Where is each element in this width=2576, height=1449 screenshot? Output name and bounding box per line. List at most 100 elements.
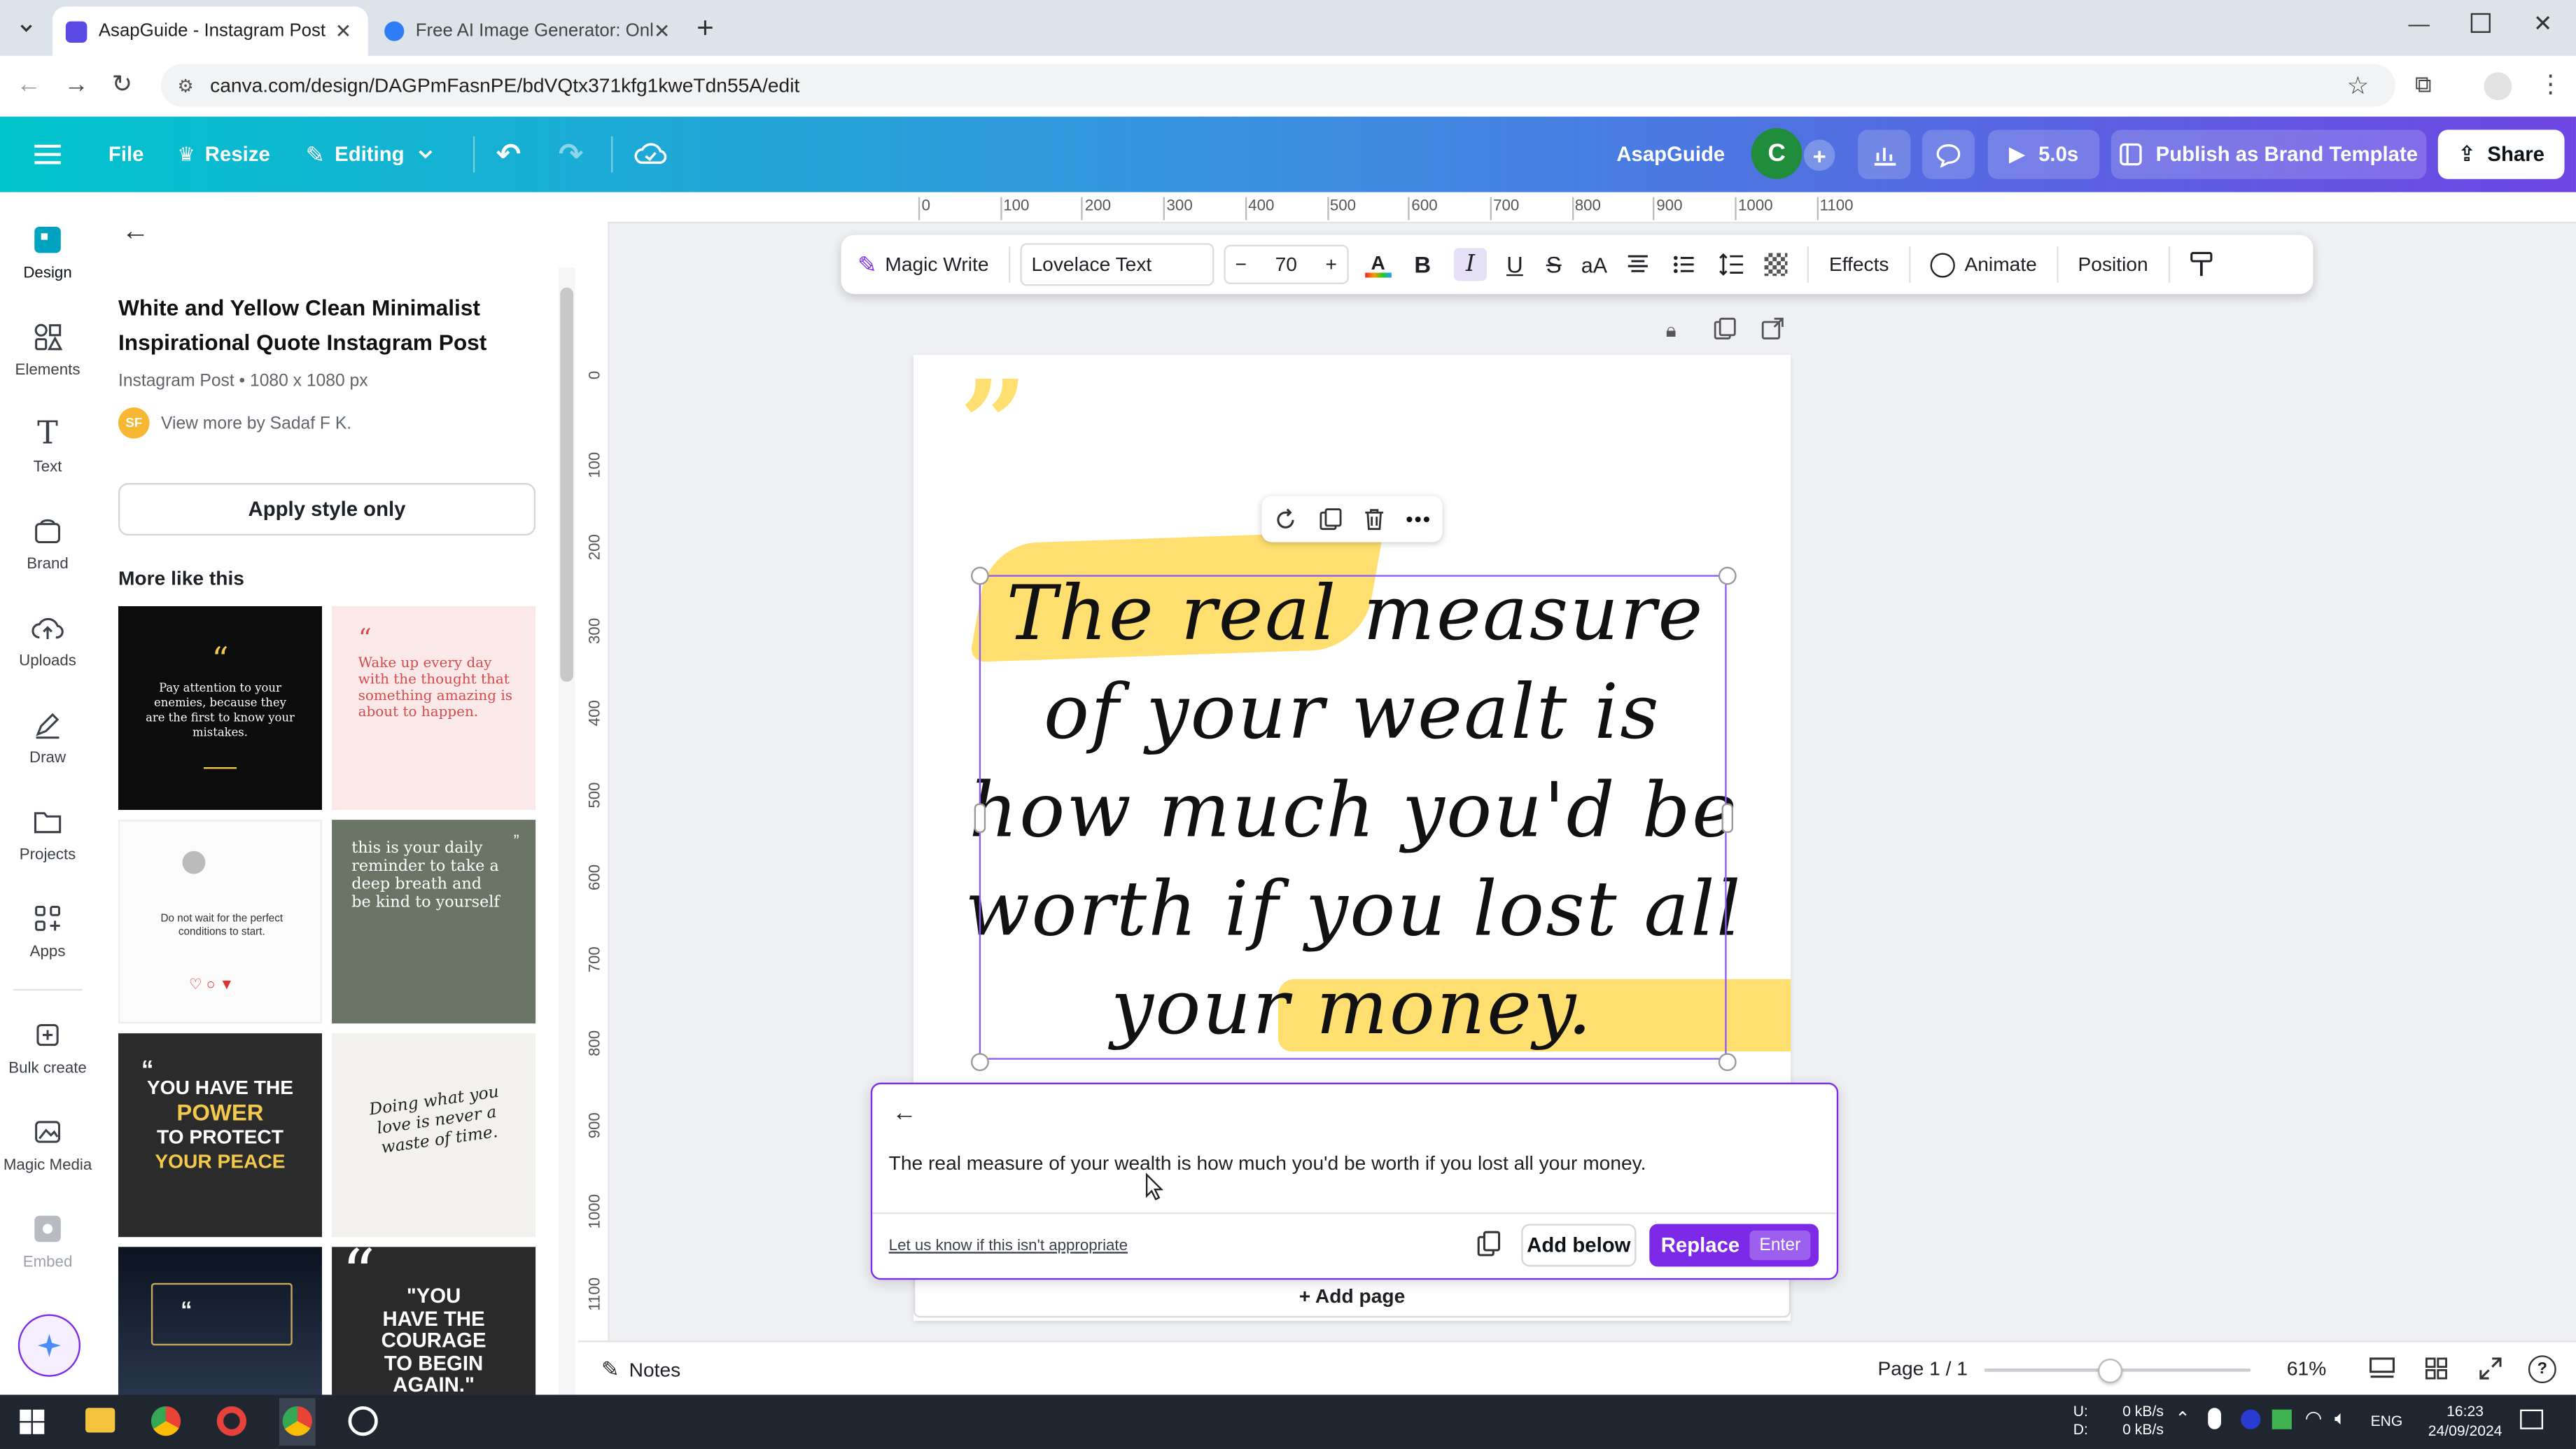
font-size-value[interactable]: 70	[1275, 253, 1297, 276]
close-tab-icon[interactable]: ✕	[335, 20, 352, 43]
add-below-button[interactable]: Add below	[1521, 1224, 1637, 1267]
help-icon[interactable]: ?	[2528, 1355, 2556, 1384]
comment-icon[interactable]	[1921, 130, 1975, 179]
pages-view-icon[interactable]	[2369, 1357, 2395, 1380]
tray-app-icon[interactable]	[2241, 1409, 2261, 1429]
site-info-icon[interactable]: ⚙	[177, 75, 193, 96]
magic-assistant-sparkle-icon[interactable]	[18, 1314, 80, 1377]
add-collaborator-plus-icon[interactable]: +	[1803, 139, 1835, 172]
main-menu-icon[interactable]	[33, 117, 62, 192]
extensions-icon[interactable]: ⧉	[2415, 71, 2431, 99]
redo-icon[interactable]: ↷	[559, 117, 583, 192]
rotate-comment-icon[interactable]	[1273, 507, 1297, 531]
notifications-icon[interactable]	[2520, 1409, 2544, 1429]
position-button[interactable]: Position	[2078, 253, 2148, 276]
resize-handle[interactable]	[974, 803, 986, 833]
browser-menu-icon[interactable]: ⋮	[2538, 69, 2563, 99]
browser-tab[interactable]: Free AI Image Generator: Onlin ✕	[371, 6, 687, 55]
suggestion-back-arrow-icon[interactable]: ←	[892, 1099, 916, 1127]
tab-list-chevron-icon[interactable]	[10, 13, 43, 43]
forward-arrow-icon[interactable]: →	[64, 71, 89, 99]
replace-button[interactable]: Replace Enter	[1649, 1224, 1819, 1267]
chrome-icon[interactable]	[282, 1406, 312, 1436]
chrome-icon[interactable]	[150, 1406, 181, 1436]
windows-start-icon[interactable]	[20, 1409, 45, 1434]
panel-back-arrow-icon[interactable]: ←	[122, 215, 150, 248]
page-indicator[interactable]: Page 1 / 1	[1878, 1357, 1968, 1380]
rail-item-brand[interactable]: Brand	[0, 512, 95, 573]
project-name[interactable]: AsapGuide	[1616, 117, 1725, 192]
template-thumbnail[interactable]: “ "YOU HAVE THE COURAGE TO BEGIN AGAIN."	[332, 1247, 536, 1395]
volume-icon[interactable]: 🔈︎	[2334, 1406, 2346, 1431]
resize-handle[interactable]	[971, 1053, 989, 1072]
zoom-slider-knob[interactable]	[2096, 1358, 2122, 1384]
rail-item-embed[interactable]: Embed	[0, 1211, 95, 1272]
author-row[interactable]: SF View more by Sadaf F K.	[118, 407, 351, 439]
duplicate-page-icon[interactable]	[1714, 317, 1737, 340]
resize-handle[interactable]	[1718, 566, 1737, 585]
share-button[interactable]: ⇪ Share	[2437, 130, 2565, 179]
line-spacing-icon[interactable]	[1719, 253, 1746, 276]
fullscreen-icon[interactable]	[2479, 1357, 2502, 1380]
insights-chart-icon[interactable]	[1858, 130, 1911, 179]
rail-item-text[interactable]: T Text	[0, 416, 95, 477]
text-color-icon[interactable]: A	[1364, 251, 1392, 278]
file-menu-button[interactable]: File	[108, 117, 144, 192]
clock-app-icon[interactable]	[348, 1406, 378, 1436]
resize-button[interactable]: ♛ Resize	[177, 117, 270, 192]
apply-style-button[interactable]: Apply style only	[118, 482, 536, 536]
new-tab-plus-icon[interactable]: +	[696, 11, 714, 46]
bookmark-star-icon[interactable]: ☆	[2347, 71, 2370, 100]
cloud-saved-icon[interactable]	[634, 117, 667, 192]
strikethrough-icon[interactable]: S	[1546, 251, 1562, 278]
publish-brand-template-button[interactable]: Publish as Brand Template	[2110, 130, 2427, 179]
rail-item-magic-media[interactable]: Magic Media	[0, 1114, 95, 1175]
browser-tab-active[interactable]: AsapGuide - Instagram Post ✕	[52, 6, 368, 56]
letter-case-icon[interactable]: aA	[1581, 252, 1607, 276]
zoom-level[interactable]: 61%	[2287, 1357, 2326, 1380]
rail-item-design[interactable]: Design	[0, 222, 95, 283]
text-selection-box[interactable]	[979, 575, 1727, 1060]
minimize-icon[interactable]: —	[2409, 11, 2430, 36]
zoom-slider-track[interactable]	[1984, 1358, 2251, 1384]
text-align-icon[interactable]	[1627, 255, 1650, 274]
duplicate-element-icon[interactable]	[1319, 507, 1342, 531]
reload-icon[interactable]: ↻	[112, 69, 133, 99]
rail-item-elements[interactable]: Elements	[0, 318, 95, 379]
close-window-icon[interactable]: ✕	[2533, 10, 2553, 38]
author-link[interactable]: View more by Sadaf F K.	[161, 413, 351, 433]
copy-style-paint-roller-icon[interactable]	[2189, 251, 2212, 278]
underline-icon[interactable]: U	[1506, 251, 1523, 278]
more-options-icon[interactable]: •••	[1406, 507, 1432, 531]
bold-icon[interactable]: B	[1414, 251, 1431, 278]
resize-handle[interactable]	[1718, 1053, 1737, 1072]
user-avatar[interactable]: C	[1751, 128, 1802, 179]
clock[interactable]: 16:23 24/09/2024	[2428, 1401, 2502, 1441]
close-tab-icon[interactable]: ✕	[654, 20, 671, 43]
back-arrow-icon[interactable]: ←	[16, 71, 41, 99]
copy-text-icon[interactable]	[1477, 1231, 1502, 1257]
template-thumbnail[interactable]: Doing what you love is never a waste of …	[332, 1033, 536, 1238]
effects-button[interactable]: Effects	[1829, 253, 1889, 276]
magic-write-button[interactable]: ✎ Magic Write	[858, 251, 988, 279]
tray-chevron-up-icon[interactable]: ⌃	[2175, 1408, 2190, 1429]
transparency-icon[interactable]	[1765, 253, 1788, 276]
italic-icon[interactable]: I	[1453, 248, 1487, 281]
increase-font-size-icon[interactable]: +	[1326, 253, 1337, 276]
notes-button[interactable]: ✎ Notes	[601, 1357, 680, 1384]
add-page-button[interactable]: + Add page	[913, 1275, 1791, 1318]
add-page-icon[interactable]	[1761, 317, 1784, 340]
grid-view-icon[interactable]	[2425, 1357, 2448, 1380]
resize-handle[interactable]	[1721, 803, 1733, 833]
present-play-button[interactable]: ▶ 5.0s	[1987, 130, 2100, 179]
url-field[interactable]: ⚙ canva.com/design/DAGPmFasnPE/bdVQtx371…	[160, 64, 2395, 107]
resize-handle[interactable]	[971, 566, 989, 585]
template-thumbnail[interactable]: “	[118, 1247, 322, 1395]
tray-app-icon[interactable]	[2272, 1409, 2292, 1429]
file-explorer-icon[interactable]	[85, 1408, 115, 1433]
microphone-icon[interactable]	[2208, 1408, 2222, 1429]
report-inappropriate-link[interactable]: Let us know if this isn't appropriate	[889, 1237, 1128, 1255]
decrease-font-size-icon[interactable]: −	[1236, 253, 1247, 276]
font-family-selector[interactable]: Lovelace Text	[1020, 243, 1214, 286]
bullet-list-icon[interactable]	[1673, 255, 1696, 274]
